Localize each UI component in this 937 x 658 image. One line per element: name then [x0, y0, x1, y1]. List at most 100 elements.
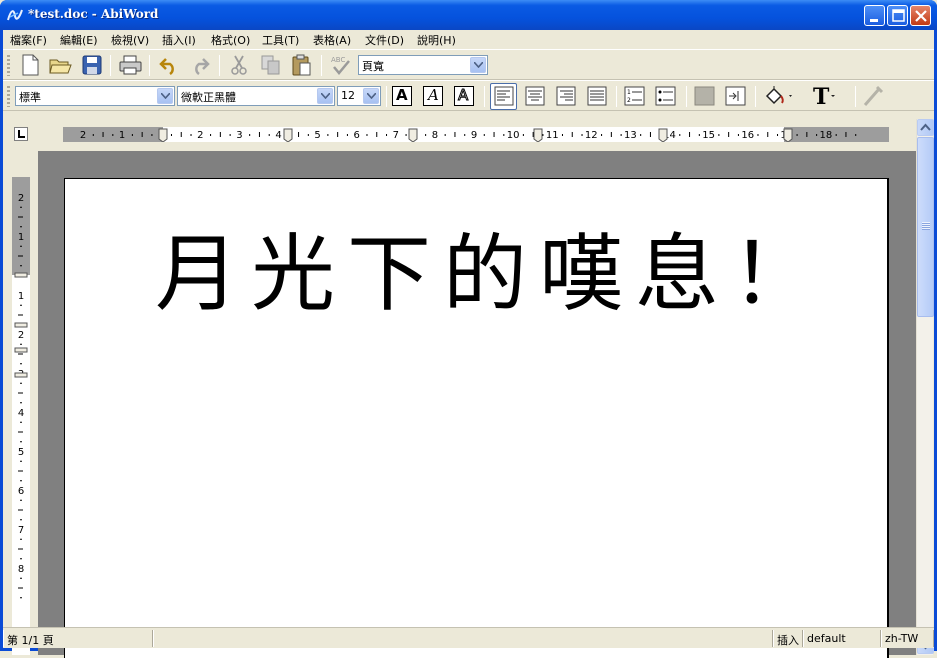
ruler-tick [757, 134, 759, 136]
ruler-tick [522, 134, 524, 136]
ruler-tick [777, 134, 779, 136]
menu-table[interactable]: 表格(A) [313, 32, 351, 48]
copy-button[interactable] [258, 53, 283, 77]
open-button[interactable] [48, 53, 73, 77]
ruler-tick [483, 134, 485, 136]
tab-marker[interactable] [533, 128, 543, 142]
window-title: *test.doc - AbiWord [28, 7, 159, 21]
top-margin-marker[interactable] [14, 272, 28, 278]
align-justify-button[interactable] [584, 84, 609, 108]
ruler-tick [698, 134, 700, 136]
menu-file[interactable]: 檔案(F) [10, 32, 47, 48]
chevron-down-icon [831, 95, 835, 97]
toolbar-grip[interactable] [7, 86, 10, 107]
ruler-tick [219, 132, 221, 137]
insert-mode-indicator[interactable]: 插入 [773, 630, 803, 647]
tab-stop-selector[interactable] [14, 127, 28, 141]
close-icon [915, 10, 927, 22]
scroll-up-button[interactable] [917, 119, 934, 136]
scroll-thumb[interactable] [917, 137, 934, 317]
close-button[interactable] [910, 5, 931, 26]
spellcheck-button[interactable]: ABC [328, 53, 353, 77]
svg-text:2: 2 [627, 97, 631, 104]
minimize-button[interactable] [864, 5, 885, 26]
menu-help[interactable]: 說明(H) [417, 32, 456, 48]
ruler-tick-label: 2 [80, 130, 86, 141]
ruler-tick [112, 134, 114, 136]
new-document-button[interactable] [18, 53, 43, 77]
ruler-tick [640, 134, 642, 136]
page-indicator: 第 1/1 頁 [3, 630, 153, 647]
maximize-button[interactable] [887, 5, 908, 26]
ruler-tick-label: 9 [471, 130, 477, 141]
indent-marker[interactable] [14, 347, 28, 353]
ruler-tick-label: 10 [507, 130, 520, 141]
italic-button[interactable]: A [421, 84, 446, 108]
outdent-button[interactable] [692, 84, 717, 108]
document-text[interactable]: 月光下的嘆息！ [155, 207, 827, 328]
abiword-icon [7, 9, 23, 21]
vertical-scrollbar[interactable] [916, 119, 934, 655]
indent-marker[interactable] [14, 322, 28, 328]
bullet-list-button[interactable] [653, 84, 678, 108]
document-page[interactable]: 月光下的嘆息！ [64, 178, 889, 658]
ruler-tick [307, 134, 309, 136]
menu-format[interactable]: 格式(O) [211, 32, 250, 48]
zoom-select[interactable]: 頁寬 [358, 55, 488, 75]
tab-marker[interactable] [283, 128, 293, 142]
chevron-down-icon[interactable] [317, 88, 333, 104]
align-right-icon [556, 86, 576, 106]
title-bar[interactable]: *test.doc - AbiWord [0, 0, 937, 30]
left-indent-marker[interactable] [158, 128, 168, 142]
ruler-tick-label: 16 [741, 130, 754, 141]
ruler-tick-label: 6 [18, 486, 24, 497]
menu-insert[interactable]: 插入(I) [162, 32, 196, 48]
indent-button[interactable] [723, 84, 748, 108]
align-right-button[interactable] [553, 84, 578, 108]
right-indent-marker[interactable] [783, 128, 793, 142]
font-select[interactable]: 微軟正黑體 [177, 86, 335, 106]
maximize-icon [892, 9, 905, 22]
tab-marker[interactable] [658, 128, 668, 142]
redo-button[interactable] [188, 53, 213, 77]
ruler-tick-label: 2 [18, 330, 24, 341]
align-left-button[interactable] [490, 83, 517, 110]
menu-tools[interactable]: 工具(T) [262, 32, 299, 48]
menu-view[interactable]: 檢視(V) [111, 32, 149, 48]
outdent-icon [694, 86, 715, 106]
toolbar-grip[interactable] [7, 55, 10, 76]
ruler-tick-label: 3 [236, 130, 242, 141]
menu-document[interactable]: 文件(D) [365, 32, 404, 48]
cut-button[interactable] [227, 53, 252, 77]
language-indicator: zh-TW [881, 630, 934, 647]
ruler-tick [18, 353, 23, 355]
format-painter-button[interactable] [861, 84, 886, 108]
chevron-down-icon[interactable] [470, 57, 486, 73]
paste-button[interactable] [289, 53, 314, 77]
floppy-disk-icon [82, 55, 102, 75]
indent-marker[interactable] [14, 372, 28, 378]
ruler-tick [18, 548, 23, 550]
toolbar-separator [755, 86, 756, 107]
left-tab-icon [18, 130, 25, 138]
menu-edit[interactable]: 編輯(E) [60, 32, 98, 48]
align-center-button[interactable] [522, 84, 547, 108]
chevron-down-icon[interactable] [157, 88, 173, 104]
tab-marker[interactable] [408, 128, 418, 142]
underline-button[interactable]: A [452, 84, 477, 108]
text-color-button[interactable]: T [808, 84, 840, 110]
numbered-list-button[interactable]: 12 [622, 84, 647, 108]
bold-button[interactable]: A [390, 84, 415, 108]
vertical-ruler[interactable]: 2112345678 [12, 177, 30, 655]
print-button[interactable] [118, 53, 143, 77]
chevron-down-icon[interactable] [363, 88, 379, 104]
save-button[interactable] [80, 53, 105, 77]
ruler-tick [835, 134, 837, 136]
undo-button[interactable] [157, 53, 182, 77]
style-select[interactable]: 標準 [15, 86, 175, 106]
ruler-tick [376, 132, 378, 137]
horizontal-ruler[interactable]: 21123456789101112131415161718 [63, 127, 889, 142]
highlight-color-button[interactable] [762, 84, 792, 108]
font-size-select[interactable]: 12 [337, 86, 381, 106]
ruler-tick [493, 132, 495, 137]
